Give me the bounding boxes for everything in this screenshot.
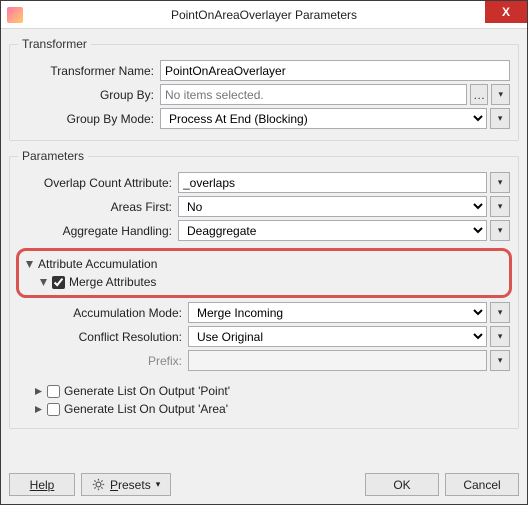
- help-button[interactable]: Help: [9, 473, 75, 496]
- input-prefix: [188, 350, 487, 371]
- group-parameters: Parameters Overlap Count Attribute: Area…: [9, 149, 519, 429]
- presets-button[interactable]: Presets ▾: [81, 473, 171, 496]
- accum-mode-menu-button[interactable]: [490, 302, 510, 323]
- prefix-menu-button[interactable]: [490, 350, 510, 371]
- tree-generate-list-area[interactable]: Generate List On Output 'Area': [20, 400, 510, 418]
- ok-button[interactable]: OK: [365, 473, 439, 496]
- tree-attribute-accumulation[interactable]: Attribute Accumulation: [25, 255, 505, 273]
- titlebar: PointOnAreaOverlayer Parameters X: [1, 1, 527, 29]
- cancel-button[interactable]: Cancel: [445, 473, 519, 496]
- tree-generate-list-point[interactable]: Generate List On Output 'Point': [20, 382, 510, 400]
- label-attribute-accumulation: Attribute Accumulation: [38, 257, 157, 271]
- highlight-box: Attribute Accumulation Merge Attributes: [16, 248, 512, 298]
- label-accumulation-mode: Accumulation Mode:: [28, 306, 188, 320]
- legend-transformer: Transformer: [18, 37, 91, 51]
- tree-merge-attributes[interactable]: Merge Attributes: [25, 273, 505, 291]
- label-group-by-mode: Group By Mode:: [18, 112, 160, 126]
- select-aggregate-handling[interactable]: Deaggregate: [178, 220, 487, 241]
- select-areas-first[interactable]: No: [178, 196, 487, 217]
- dialog-window: PointOnAreaOverlayer Parameters X Transf…: [0, 0, 528, 505]
- overlap-menu-button[interactable]: [490, 172, 510, 193]
- chevron-down-icon: ▾: [156, 479, 161, 490]
- button-bar: Help Presets ▾ OK Cancel: [1, 473, 527, 504]
- label-generate-list-point: Generate List On Output 'Point': [64, 384, 230, 398]
- groupby-browse-button[interactable]: [470, 84, 489, 105]
- window-title: PointOnAreaOverlayer Parameters: [1, 8, 527, 22]
- label-areas-first: Areas First:: [18, 200, 178, 214]
- legend-parameters: Parameters: [18, 149, 88, 163]
- groupbymode-menu-button[interactable]: [490, 108, 510, 129]
- label-merge-attributes: Merge Attributes: [69, 275, 156, 289]
- select-accumulation-mode[interactable]: Merge Incoming: [188, 302, 487, 323]
- groupby-menu-button[interactable]: [491, 84, 510, 105]
- close-icon: X: [502, 5, 510, 19]
- select-group-by-mode[interactable]: Process At End (Blocking): [160, 108, 487, 129]
- label-prefix: Prefix:: [28, 354, 188, 368]
- label-overlap-count: Overlap Count Attribute:: [18, 176, 178, 190]
- conflict-menu-button[interactable]: [490, 326, 510, 347]
- aggregate-menu-button[interactable]: [490, 220, 510, 241]
- disclosure-triangle-icon: [34, 387, 43, 396]
- checkbox-merge-attributes[interactable]: [52, 276, 65, 289]
- gear-icon: [92, 478, 105, 491]
- input-overlap-count[interactable]: [178, 172, 487, 193]
- label-transformer-name: Transformer Name:: [18, 64, 160, 78]
- disclosure-triangle-icon: [39, 278, 48, 287]
- presets-label: resets: [118, 478, 151, 492]
- label-conflict-resolution: Conflict Resolution:: [28, 330, 188, 344]
- checkbox-generate-list-point[interactable]: [47, 385, 60, 398]
- dialog-body: Transformer Transformer Name: Group By: …: [1, 29, 527, 473]
- disclosure-triangle-icon: [25, 260, 34, 269]
- label-group-by: Group By:: [18, 88, 160, 102]
- input-transformer-name[interactable]: [160, 60, 510, 81]
- select-conflict-resolution[interactable]: Use Original: [188, 326, 487, 347]
- label-generate-list-area: Generate List On Output 'Area': [64, 402, 228, 416]
- close-button[interactable]: X: [485, 1, 527, 23]
- disclosure-triangle-icon: [34, 405, 43, 414]
- input-group-by[interactable]: [160, 84, 467, 105]
- label-aggregate-handling: Aggregate Handling:: [18, 224, 178, 238]
- areasfirst-menu-button[interactable]: [490, 196, 510, 217]
- checkbox-generate-list-area[interactable]: [47, 403, 60, 416]
- group-transformer: Transformer Transformer Name: Group By: …: [9, 37, 519, 141]
